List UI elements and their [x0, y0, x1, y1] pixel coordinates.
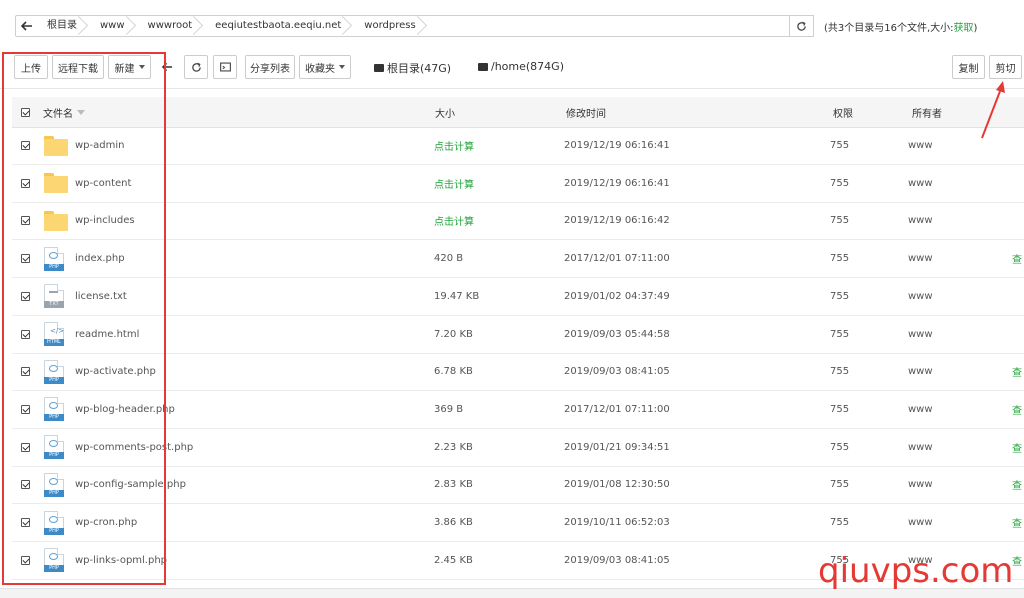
file-owner[interactable]: www	[908, 127, 933, 164]
file-size: 3.86 KB	[434, 517, 473, 528]
file-mtime: 2019/01/21 09:34:51	[564, 441, 670, 453]
file-mtime: 2019/09/03 05:44:58	[564, 328, 670, 340]
file-permission[interactable]: 755	[830, 316, 849, 353]
file-size[interactable]: 点击计算	[434, 202, 474, 239]
breadcrumb-item[interactable]: 根目录	[38, 16, 91, 36]
terminal-button[interactable]	[213, 55, 237, 79]
file-mtime: 2019/09/03 08:41:05	[564, 366, 670, 378]
chevron-down-icon	[339, 65, 345, 69]
column-header-owner[interactable]: 所有者	[912, 97, 942, 127]
cut-label: 剪切	[995, 63, 1016, 75]
row-action-link[interactable]: 查	[1012, 504, 1022, 541]
breadcrumb-item[interactable]: wwwroot	[139, 16, 207, 36]
file-owner[interactable]: www	[908, 391, 933, 428]
file-mtime: 2019/01/08 12:30:50	[564, 479, 670, 491]
file-size: 369 B	[434, 403, 464, 415]
share-list-button[interactable]: 分享列表	[245, 55, 295, 79]
row-action-link[interactable]: 查	[1012, 353, 1022, 390]
file-permission[interactable]: 755	[830, 504, 849, 541]
row-action-link[interactable]: 查	[1012, 466, 1022, 503]
disk-icon	[478, 62, 488, 71]
refresh-icon	[797, 21, 806, 31]
annotation-arrow-icon	[981, 81, 1005, 139]
file-permission[interactable]: 755	[830, 429, 849, 466]
file-size[interactable]: 点击计算	[434, 127, 474, 164]
breadcrumb-item[interactable]: wordpress	[355, 16, 429, 36]
summary-close: )	[973, 23, 978, 34]
terminal-icon	[219, 62, 231, 72]
row-action-link[interactable]: 查	[1012, 429, 1022, 466]
disk-root-label: 根目录(47G)	[387, 62, 452, 75]
breadcrumb: 根目录 www wwwroot eeqiutestbaota.eeqiu.net…	[38, 15, 790, 37]
file-owner[interactable]: www	[908, 240, 933, 277]
file-owner[interactable]: www	[908, 504, 933, 541]
watermark: qiuvps.com	[818, 551, 1014, 591]
file-owner[interactable]: www	[908, 202, 933, 239]
favorites-label: 收藏夹	[305, 63, 335, 75]
column-header-mtime[interactable]: 修改时间	[566, 97, 606, 127]
path-refresh-button[interactable]	[790, 15, 814, 37]
file-permission[interactable]: 755	[830, 165, 849, 202]
file-owner[interactable]: www	[908, 278, 933, 315]
file-size: 6.78 KB	[434, 366, 473, 378]
path-bar: 根目录 www wwwroot eeqiutestbaota.eeqiu.net…	[0, 0, 1024, 50]
file-mtime: 2019/09/03 08:41:05	[564, 554, 670, 566]
copy-label: 复制	[958, 63, 979, 75]
file-mtime: 2019/10/11 06:52:03	[564, 517, 670, 528]
share-list-label: 分享列表	[250, 63, 290, 75]
file-owner[interactable]: www	[908, 429, 933, 466]
file-permission[interactable]: 755	[830, 278, 849, 315]
row-action-link[interactable]: 查	[1012, 240, 1022, 277]
row-action-link[interactable]: 查	[1012, 542, 1022, 579]
file-owner[interactable]: www	[908, 316, 933, 353]
calculate-size-link[interactable]: 获取	[954, 23, 974, 34]
file-size: 420 B	[434, 253, 464, 265]
breadcrumb-item[interactable]: www	[91, 16, 139, 36]
file-owner[interactable]: www	[908, 165, 933, 202]
file-mtime: 2019/12/19 06:16:41	[564, 140, 670, 151]
file-permission[interactable]: 755	[830, 391, 849, 428]
file-size: 2.83 KB	[434, 479, 473, 491]
column-header-permission[interactable]: 权限	[833, 97, 853, 127]
file-permission[interactable]: 755	[830, 127, 849, 164]
file-mtime: 2017/12/01 07:11:00	[564, 253, 670, 265]
refresh-icon	[191, 62, 201, 72]
disk-icon	[374, 64, 384, 72]
file-mtime: 2019/12/19 06:16:41	[564, 177, 670, 189]
file-permission[interactable]: 755	[830, 466, 849, 503]
file-owner[interactable]: www	[908, 353, 933, 390]
column-header-size[interactable]: 大小	[435, 97, 455, 127]
file-mtime: 2017/12/01 07:11:00	[564, 403, 670, 415]
disk-home-label: /home(874G)	[491, 60, 564, 73]
file-owner[interactable]: www	[908, 466, 933, 503]
file-size: 19.47 KB	[434, 290, 480, 302]
summary-text: (共3个目录与16个文件,大小:	[824, 23, 954, 34]
annotation-highlight-box	[2, 52, 166, 585]
row-action-link[interactable]: 查	[1012, 391, 1022, 428]
cut-button[interactable]: 剪切	[989, 55, 1022, 79]
favorites-dropdown-button[interactable]: 收藏夹	[299, 55, 351, 79]
disk-root[interactable]: 根目录(47G)	[374, 60, 451, 76]
refresh-button[interactable]	[184, 55, 208, 79]
file-size: 7.20 KB	[434, 328, 473, 340]
file-permission[interactable]: 755	[830, 202, 849, 239]
file-size[interactable]: 点击计算	[434, 165, 474, 202]
file-size: 2.23 KB	[434, 441, 473, 453]
copy-button[interactable]: 复制	[952, 55, 985, 79]
file-size: 2.45 KB	[434, 554, 473, 566]
back-button[interactable]	[15, 15, 39, 37]
file-mtime: 2019/01/02 04:37:49	[564, 290, 670, 302]
file-mtime: 2019/12/19 06:16:42	[564, 215, 670, 227]
file-permission[interactable]: 755	[830, 240, 849, 277]
disk-home[interactable]: /home(874G)	[478, 60, 564, 73]
directory-summary: (共3个目录与16个文件,大小:获取)	[824, 19, 977, 34]
file-permission[interactable]: 755	[830, 353, 849, 390]
back-arrow-icon	[21, 21, 32, 31]
breadcrumb-item[interactable]: eeqiutestbaota.eeqiu.net	[206, 16, 355, 36]
